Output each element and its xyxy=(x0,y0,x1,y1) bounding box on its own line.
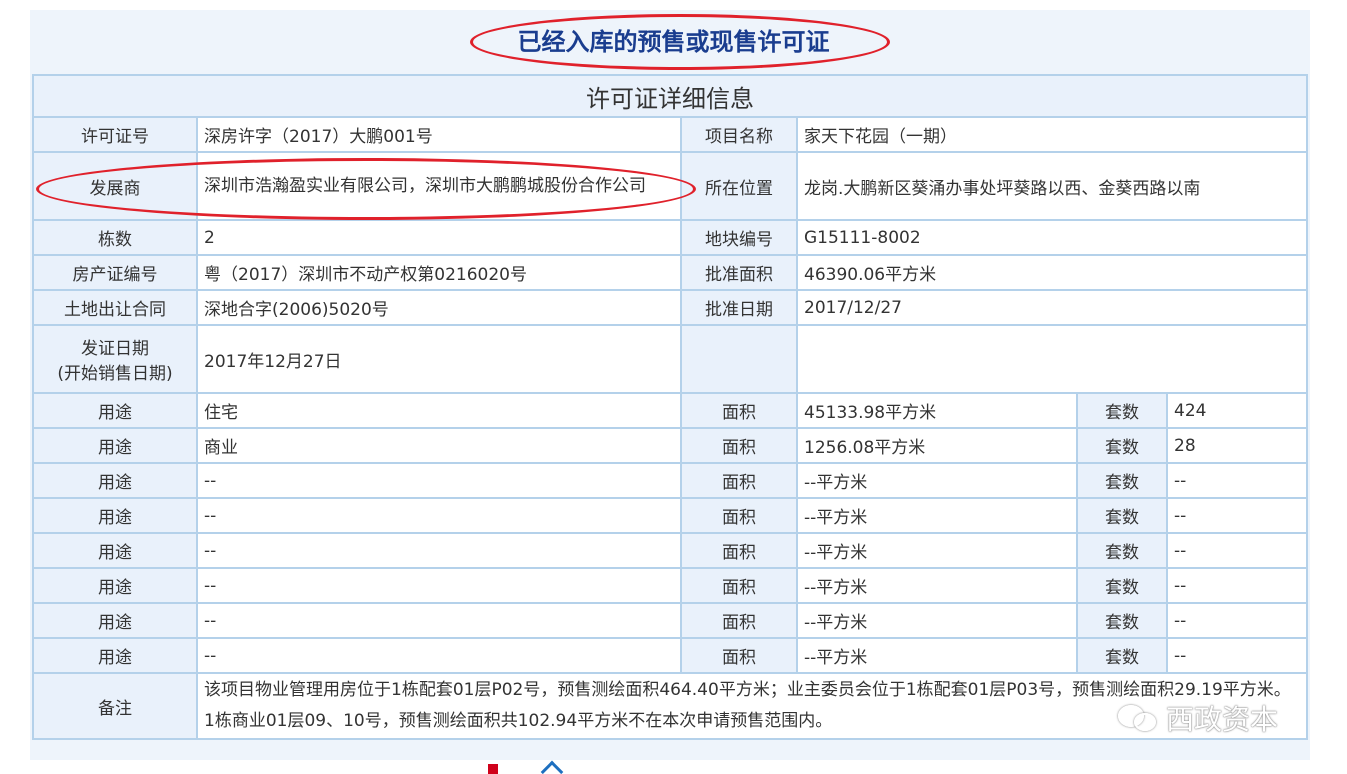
area-value: --平方米 xyxy=(796,637,1078,674)
unit-count-value: 424 xyxy=(1165,392,1309,429)
usage-value: -- xyxy=(196,567,682,604)
unit-count-label: 套数 xyxy=(1076,637,1168,674)
chevron-up-icon xyxy=(540,760,564,774)
area-value: --平方米 xyxy=(796,462,1078,499)
watermark-text: 西政资本 xyxy=(1166,703,1279,736)
approved-area-label: 批准面积 xyxy=(680,254,798,291)
usage-row: 用途 -- 面积 --平方米 套数 -- xyxy=(32,637,1309,674)
usage-value: -- xyxy=(196,532,682,569)
land-contract-value: 深地合字(2006)5020号 xyxy=(196,289,682,326)
unit-count-label: 套数 xyxy=(1076,602,1168,639)
usage-row: 用途 住宅 面积 45133.98平方米 套数 424 xyxy=(32,392,1309,429)
area-label: 面积 xyxy=(680,532,798,569)
usage-label: 用途 xyxy=(32,602,198,639)
property-cert-label: 房产证编号 xyxy=(32,254,198,291)
title-highlight-circle xyxy=(470,14,890,70)
unit-count-label: 套数 xyxy=(1076,532,1168,569)
table-title: 许可证详细信息 xyxy=(31,74,1309,118)
property-cert-value: 粤（2017）深圳市不动产权第0216020号 xyxy=(196,254,682,291)
approved-date-label: 批准日期 xyxy=(680,289,798,326)
location-label: 所在位置 xyxy=(680,151,798,221)
usage-value: 商业 xyxy=(196,427,682,464)
usage-row: 用途 -- 面积 --平方米 套数 -- xyxy=(32,567,1309,604)
unit-count-label: 套数 xyxy=(1076,427,1168,464)
usage-rows: 用途 住宅 面积 45133.98平方米 套数 424 用途 商业 面积 1256.08平方米 套数… xyxy=(32,392,1309,674)
area-label: 面积 xyxy=(680,392,798,429)
approved-area-value: 46390.06平方米 xyxy=(795,254,1309,291)
empty-label-cell xyxy=(680,324,798,394)
usage-label: 用途 xyxy=(32,497,198,534)
usage-label: 用途 xyxy=(32,462,198,499)
issue-date-value: 2017年12月27日 xyxy=(196,324,682,394)
unit-count-value: -- xyxy=(1165,637,1309,674)
empty-value-cell xyxy=(795,324,1309,394)
buildings-label: 栋数 xyxy=(32,219,198,256)
issue-date-label-line2: (开始销售日期) xyxy=(57,364,173,384)
usage-label: 用途 xyxy=(32,567,198,604)
unit-count-value: -- xyxy=(1165,532,1309,569)
unit-count-value: -- xyxy=(1165,497,1309,534)
issue-date-label-line1: 发证日期 xyxy=(81,339,149,359)
remark-label: 备注 xyxy=(32,672,198,740)
unit-count-label: 套数 xyxy=(1076,392,1168,429)
usage-value: -- xyxy=(196,602,682,639)
buildings-value: 2 xyxy=(196,219,682,256)
watermark: 西政资本 xyxy=(1118,698,1278,738)
location-value: 龙岗.大鹏新区葵涌办事处坪葵路以西、金葵西路以南 xyxy=(795,151,1309,221)
area-value: --平方米 xyxy=(796,602,1078,639)
wechat-icon xyxy=(1118,701,1160,735)
unit-count-label: 套数 xyxy=(1076,497,1168,534)
license-no-label: 许可证号 xyxy=(32,116,198,153)
area-value: --平方米 xyxy=(796,567,1078,604)
usage-label: 用途 xyxy=(32,532,198,569)
area-label: 面积 xyxy=(680,427,798,464)
usage-value: -- xyxy=(196,497,682,534)
unit-count-label: 套数 xyxy=(1076,462,1168,499)
usage-row: 用途 -- 面积 --平方米 套数 -- xyxy=(32,497,1309,534)
developer-highlight-circle xyxy=(36,158,696,220)
project-name-label: 项目名称 xyxy=(680,116,798,153)
area-label: 面积 xyxy=(680,497,798,534)
area-label: 面积 xyxy=(680,602,798,639)
unit-count-label: 套数 xyxy=(1076,567,1168,604)
usage-value: -- xyxy=(196,637,682,674)
usage-value: -- xyxy=(196,462,682,499)
usage-row: 用途 -- 面积 --平方米 套数 -- xyxy=(32,602,1309,639)
area-value: --平方米 xyxy=(796,532,1078,569)
usage-label: 用途 xyxy=(32,392,198,429)
area-value: --平方米 xyxy=(796,497,1078,534)
plot-no-value: G15111-8002 xyxy=(795,219,1309,256)
approved-date-value: 2017/12/27 xyxy=(795,289,1309,326)
license-no-value: 深房许字（2017）大鹏001号 xyxy=(196,116,682,153)
area-label: 面积 xyxy=(680,462,798,499)
issue-date-label: 发证日期 (开始销售日期) xyxy=(32,324,198,394)
land-contract-label: 土地出让合同 xyxy=(32,289,198,326)
unit-count-value: -- xyxy=(1165,462,1309,499)
red-mark-icon xyxy=(488,764,498,774)
usage-label: 用途 xyxy=(32,427,198,464)
usage-label: 用途 xyxy=(32,637,198,674)
plot-no-label: 地块编号 xyxy=(680,219,798,256)
area-label: 面积 xyxy=(680,567,798,604)
area-value: 1256.08平方米 xyxy=(796,427,1078,464)
usage-row: 用途 -- 面积 --平方米 套数 -- xyxy=(32,532,1309,569)
usage-row: 用途 -- 面积 --平方米 套数 -- xyxy=(32,462,1309,499)
usage-row: 用途 商业 面积 1256.08平方米 套数 28 xyxy=(32,427,1309,464)
usage-value: 住宅 xyxy=(196,392,682,429)
area-label: 面积 xyxy=(680,637,798,674)
unit-count-value: -- xyxy=(1165,567,1309,604)
project-name-value: 家天下花园（一期） xyxy=(795,116,1309,153)
unit-count-value: -- xyxy=(1165,602,1309,639)
unit-count-value: 28 xyxy=(1165,427,1309,464)
area-value: 45133.98平方米 xyxy=(796,392,1078,429)
